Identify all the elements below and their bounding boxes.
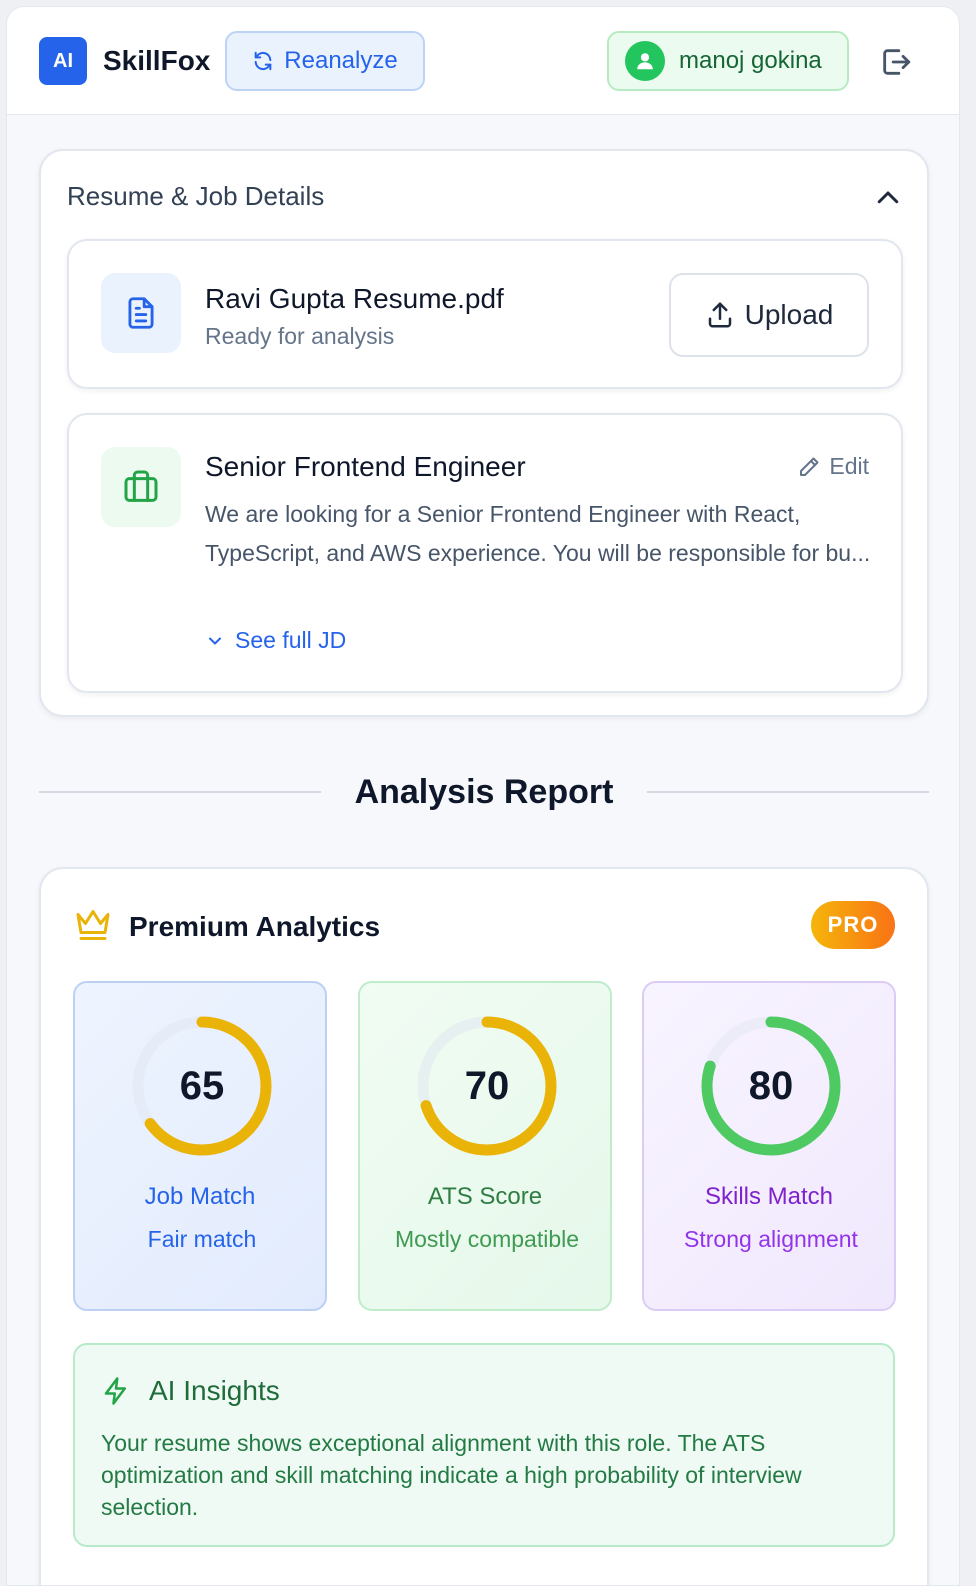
edit-job-button[interactable]: Edit <box>797 453 869 480</box>
premium-title: Premium Analytics <box>129 911 381 942</box>
job-description: We are looking for a Senior Frontend Eng… <box>205 501 871 566</box>
ai-insights-panel: AI Insights Your resume shows exceptiona… <box>73 1343 895 1547</box>
ats-score-sub: Mostly compatible <box>394 1226 580 1252</box>
ats-score-label: ATS Score <box>427 1183 543 1210</box>
crown-icon <box>76 910 110 940</box>
pro-badge: PRO <box>811 901 895 949</box>
resume-file-row: Ravi Gupta Resume.pdf Ready for analysis… <box>67 239 903 389</box>
ai-insights-text: Your resume shows exceptional alignment … <box>101 1430 802 1520</box>
user-icon <box>625 41 665 81</box>
resume-status: Ready for analysis <box>205 323 395 349</box>
job-description-row: Senior Frontend Engineer Edit We are loo… <box>67 413 903 693</box>
chevron-down-icon <box>209 637 221 644</box>
job-title: Senior Frontend Engineer <box>205 451 526 482</box>
upload-icon <box>708 302 731 328</box>
pencil-icon <box>800 457 819 476</box>
divider <box>647 791 930 793</box>
user-menu[interactable]: manoj gokina <box>607 31 849 91</box>
ats-score-value: 70 <box>464 1063 510 1108</box>
skills-match-label: Skills Match <box>704 1183 834 1210</box>
skills-match-card: 80 Skills Match Strong alignment <box>642 981 896 1311</box>
job-match-sub: Fair match <box>147 1226 257 1252</box>
premium-analytics-card: Premium Analytics PRO 65 Job Match Fair … <box>39 867 929 1585</box>
user-name: manoj gokina <box>679 47 822 74</box>
logout-icon[interactable] <box>879 45 913 79</box>
ats-score-card: 70 ATS Score Mostly compatible <box>358 981 612 1311</box>
job-match-value: 65 <box>179 1063 225 1108</box>
upload-button[interactable]: Upload <box>669 273 869 357</box>
briefcase-icon <box>101 447 181 527</box>
logo-badge: AI <box>39 37 87 85</box>
lightning-icon <box>104 1377 126 1405</box>
details-title: Resume & Job Details <box>67 181 325 211</box>
ai-insights-title: AI Insights <box>149 1375 280 1406</box>
analysis-report-title: Analysis Report <box>354 772 614 811</box>
see-full-jd-link[interactable]: See full JD <box>205 627 346 654</box>
job-match-label: Job Match <box>144 1183 256 1210</box>
divider <box>39 791 321 793</box>
analysis-report-heading: Analysis Report <box>39 767 930 817</box>
edit-label: Edit <box>829 453 869 479</box>
top-header: AI SkillFox Reanalyze manoj gokina <box>7 7 959 115</box>
job-match-card: 65 Job Match Fair match <box>73 981 327 1311</box>
see-full-jd-label: See full JD <box>235 627 347 653</box>
chevron-up-icon[interactable] <box>873 183 903 213</box>
reanalyze-button[interactable]: Reanalyze <box>225 31 425 91</box>
upload-label: Upload <box>744 299 834 330</box>
reanalyze-label: Reanalyze <box>284 47 398 74</box>
refresh-icon <box>254 51 272 71</box>
skills-match-sub: Strong alignment <box>684 1226 858 1252</box>
app-window: AI SkillFox Reanalyze manoj gokina Resum… <box>6 6 960 1586</box>
skills-match-value: 80 <box>748 1063 794 1108</box>
brand-name: SkillFox <box>103 45 211 76</box>
details-card: Resume & Job Details Ravi Gupta Resume.p… <box>39 149 929 717</box>
resume-file-name: Ravi Gupta Resume.pdf <box>205 283 504 314</box>
document-icon <box>101 273 181 353</box>
